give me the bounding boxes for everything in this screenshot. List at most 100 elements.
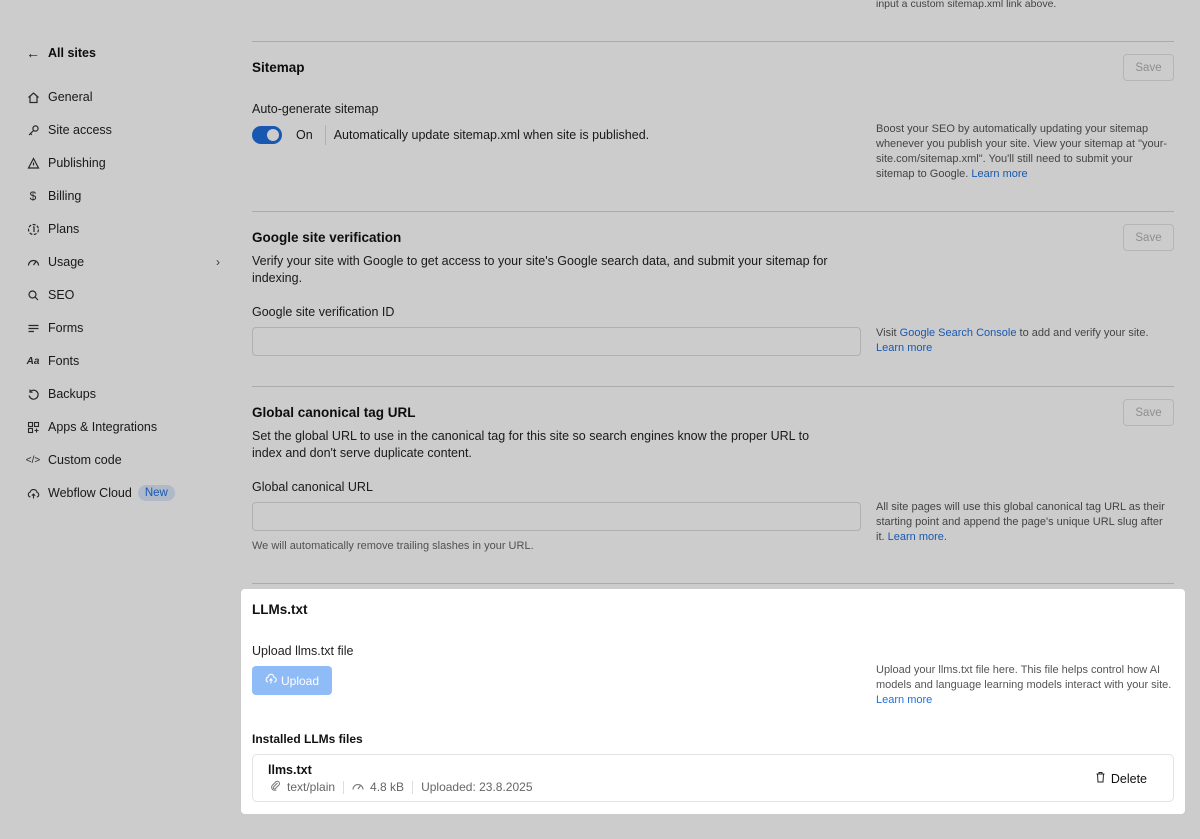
- divider: [252, 386, 1174, 387]
- google-verification-id-input[interactable]: [252, 327, 861, 356]
- sidebar-item-usage[interactable]: Usage ›: [14, 247, 234, 277]
- toggle-state-label: On: [296, 128, 313, 142]
- dollar-icon: $: [29, 189, 37, 203]
- forms-icon: [26, 321, 40, 335]
- divider: [252, 41, 1174, 42]
- google-help-mid: to add and verify your site.: [1019, 327, 1149, 339]
- canonical-description: Set the global URL to use in the canonic…: [252, 429, 810, 460]
- learn-more-link[interactable]: Learn more: [971, 168, 1027, 180]
- file-size: 4.8 kB: [370, 780, 405, 794]
- divider: [252, 211, 1174, 212]
- file-type: text/plain: [287, 780, 336, 794]
- file-uploaded-date: Uploaded: 23.8.2025: [421, 780, 533, 794]
- divider: [412, 780, 414, 794]
- sitemap-title: Sitemap: [252, 60, 305, 75]
- canonical-url-label: Global canonical URL: [252, 480, 373, 494]
- file-card: llms.txt text/plain 4.8 kB Uploaded: 23.…: [252, 754, 1174, 802]
- sidebar-item-label: Webflow Cloud: [48, 486, 132, 500]
- sidebar-item-label: Publishing: [48, 156, 106, 170]
- home-icon: [26, 90, 40, 104]
- sidebar-item-label: Custom code: [48, 453, 122, 467]
- code-icon: </>: [25, 454, 41, 466]
- learn-more-link[interactable]: Learn more.: [888, 531, 947, 543]
- canonical-title: Global canonical tag URL: [252, 405, 416, 420]
- apps-icon: [26, 420, 40, 434]
- canonical-url-input[interactable]: [252, 502, 861, 531]
- divider: [343, 780, 345, 794]
- sidebar-item-label: Usage: [48, 255, 85, 269]
- gauge-icon: [26, 255, 40, 269]
- sidebar-nav: General Site access Publishing $ Billing: [14, 82, 234, 508]
- sidebar-item-seo[interactable]: SEO: [14, 280, 234, 310]
- sidebar-item-label: General: [48, 90, 93, 104]
- backup-icon: [26, 387, 40, 401]
- sidebar-item-apps-integrations[interactable]: Apps & Integrations: [14, 412, 234, 442]
- sitemap-custom-link-note: input a custom sitemap.xml link above.: [876, 0, 1057, 10]
- sidebar-item-backups[interactable]: Backups: [14, 379, 234, 409]
- sidebar-item-forms[interactable]: Forms: [14, 313, 234, 343]
- upload-llms-label: Upload llms.txt file: [252, 644, 354, 658]
- google-verification-title: Google site verification: [252, 230, 402, 245]
- auto-generate-label: Auto-generate sitemap: [252, 102, 379, 116]
- delete-label: Delete: [1110, 771, 1147, 786]
- delete-button[interactable]: Delete: [1095, 771, 1147, 786]
- llms-title: LLMs.txt: [252, 602, 308, 617]
- arrow-left-icon: ←: [26, 45, 40, 61]
- llms-help: Upload your llms.txt file here. This fil…: [876, 663, 1172, 708]
- sidebar-item-label: Plans: [48, 222, 80, 236]
- upload-button[interactable]: Upload: [252, 666, 332, 695]
- key-icon: [26, 123, 40, 137]
- all-sites-link[interactable]: ← All sites: [14, 40, 234, 66]
- google-search-console-link[interactable]: Google Search Console: [900, 327, 1017, 339]
- sitemap-section: Sitemap Save Auto-generate sitemap On Au…: [252, 52, 1174, 202]
- google-verification-description: Verify your site with Google to get acce…: [252, 254, 828, 285]
- sidebar-item-label: Apps & Integrations: [48, 420, 158, 434]
- sitemap-save-button[interactable]: Save: [1123, 54, 1174, 81]
- sidebar-item-label: SEO: [48, 288, 75, 302]
- plans-icon: [26, 222, 40, 236]
- trash-icon: [1095, 771, 1106, 786]
- sidebar-item-label: Billing: [48, 189, 82, 203]
- llms-help-text: Upload your llms.txt file here. This fil…: [876, 664, 1172, 691]
- canonical-hint: We will automatically remove trailing sl…: [252, 540, 534, 552]
- canonical-save-button[interactable]: Save: [1123, 399, 1174, 426]
- auto-generate-toggle[interactable]: [252, 126, 282, 144]
- file-meta: text/plain 4.8 kB Uploaded: 23.8.2025: [270, 780, 533, 794]
- canonical-section: Global canonical tag URL Save Set the gl…: [252, 397, 1174, 577]
- sidebar-item-label: Fonts: [48, 354, 80, 368]
- google-id-label: Google site verification ID: [252, 305, 395, 319]
- auto-generate-row: On Automatically update sitemap.xml when…: [252, 124, 649, 146]
- upload-label: Upload: [280, 673, 320, 688]
- divider: [252, 583, 1174, 584]
- sidebar-item-site-access[interactable]: Site access: [14, 115, 234, 145]
- google-verification-section: Google site verification Save Verify you…: [252, 222, 1174, 382]
- paperclip-icon: [270, 780, 281, 794]
- search-icon: [26, 288, 40, 302]
- sidebar-item-plans[interactable]: Plans: [14, 214, 234, 244]
- sidebar-item-custom-code[interactable]: </> Custom code: [14, 445, 234, 475]
- new-badge: New: [137, 485, 175, 501]
- cloud-icon: [26, 486, 40, 500]
- sidebar-item-label: Backups: [48, 387, 96, 401]
- sidebar: ← All sites General Site access Publishi…: [14, 40, 234, 511]
- installed-files-title: Installed LLMs files: [252, 732, 363, 746]
- canonical-help: All site pages will use this global cano…: [876, 500, 1172, 545]
- sidebar-item-publishing[interactable]: Publishing: [14, 148, 234, 178]
- sidebar-item-label: Site access: [48, 123, 112, 137]
- sidebar-item-webflow-cloud[interactable]: Webflow Cloud New: [14, 478, 234, 508]
- gauge-icon: [352, 781, 364, 794]
- all-sites-label: All sites: [48, 46, 96, 60]
- sidebar-item-label: Forms: [48, 321, 84, 335]
- google-help: Visit Google Search Console to add and v…: [876, 326, 1172, 356]
- sidebar-item-billing[interactable]: $ Billing: [14, 181, 234, 211]
- sidebar-item-general[interactable]: General: [14, 82, 234, 112]
- learn-more-link[interactable]: Learn more: [876, 694, 932, 706]
- chevron-right-icon: ›: [216, 255, 220, 269]
- learn-more-link[interactable]: Learn more: [876, 342, 932, 354]
- google-save-button[interactable]: Save: [1123, 224, 1174, 251]
- llms-section: LLMs.txt Upload llms.txt file Upload Upl…: [241, 589, 1185, 814]
- file-name: llms.txt: [268, 763, 312, 777]
- sitemap-help: Boost your SEO by automatically updating…: [876, 122, 1172, 182]
- upload-icon: [265, 673, 277, 688]
- sidebar-item-fonts[interactable]: Aa Fonts: [14, 346, 234, 376]
